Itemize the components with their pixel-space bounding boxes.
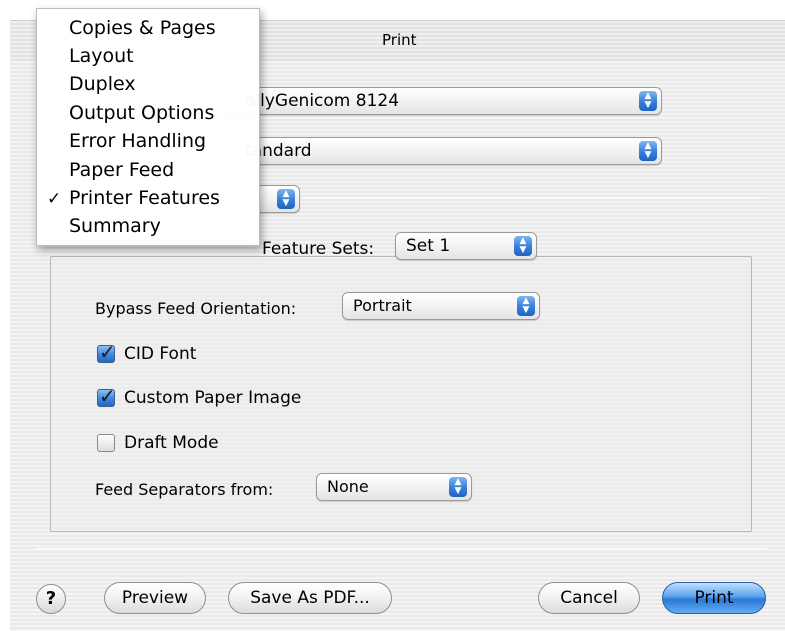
popup-arrows-icon: ▲ ▼ [514, 236, 532, 256]
checkmark-icon: ✓ [47, 189, 62, 209]
popup-arrows-icon: ▲ ▼ [277, 189, 295, 209]
custom-paper-image-label: Custom Paper Image [124, 388, 302, 408]
print-button[interactable]: Print [662, 582, 766, 614]
checkbox-box[interactable]: ✓ [97, 340, 116, 364]
cancel-button[interactable]: Cancel [538, 582, 640, 614]
checkbox-box[interactable] [97, 434, 115, 452]
bypass-feed-popup[interactable]: Portrait ▲ ▼ [342, 292, 540, 320]
printer-value: allyGenicom 8124 [245, 91, 400, 111]
menu-item-error-handling[interactable]: Error Handling [69, 130, 206, 152]
presets-popup[interactable]: tandard ▲ ▼ [220, 137, 662, 165]
popup-arrows-icon: ▲ ▼ [449, 477, 467, 497]
feature-sets-label: Feature Sets: [262, 239, 375, 259]
menu-item-layout[interactable]: Layout [69, 45, 134, 67]
cid-font-label: CID Font [124, 344, 197, 364]
popup-arrows-icon: ▲ ▼ [639, 91, 657, 111]
window-title: Print [382, 31, 417, 49]
checkbox-box[interactable]: ✓ [97, 384, 116, 408]
draft-mode-label: Draft Mode [124, 433, 219, 453]
feed-separators-value: None [327, 477, 369, 496]
bypass-feed-value: Portrait [353, 296, 412, 315]
preview-button[interactable]: Preview [104, 582, 206, 614]
pane-menu: Copies & Pages Layout Duplex Output Opti… [36, 8, 260, 246]
checkmark-icon: ✓ [99, 384, 116, 408]
menu-item-paper-feed[interactable]: Paper Feed [69, 159, 174, 181]
menu-item-copies-pages[interactable]: Copies & Pages [69, 17, 216, 39]
bypass-feed-label: Bypass Feed Orientation: [95, 299, 297, 318]
feature-sets-popup[interactable]: Set 1 ▲ ▼ [395, 232, 537, 260]
save-as-pdf-button[interactable]: Save As PDF... [228, 582, 392, 614]
popup-arrows-icon: ▲ ▼ [639, 141, 657, 161]
feed-separators-popup[interactable]: None ▲ ▼ [316, 473, 472, 501]
feed-separators-label: Feed Separators from: [95, 480, 274, 499]
feature-sets-value: Set 1 [406, 236, 451, 256]
bottom-separator [36, 548, 767, 549]
menu-item-output-options[interactable]: Output Options [69, 102, 214, 124]
printer-popup[interactable]: allyGenicom 8124 ▲ ▼ [220, 87, 662, 115]
pane-separator [304, 197, 764, 198]
popup-arrows-icon: ▲ ▼ [517, 296, 535, 316]
menu-item-duplex[interactable]: Duplex [69, 73, 136, 95]
menu-item-printer-features[interactable]: Printer Features [69, 187, 220, 209]
checkmark-icon: ✓ [99, 340, 116, 364]
menu-item-summary[interactable]: Summary [69, 215, 161, 237]
help-icon[interactable]: ? [36, 584, 66, 614]
